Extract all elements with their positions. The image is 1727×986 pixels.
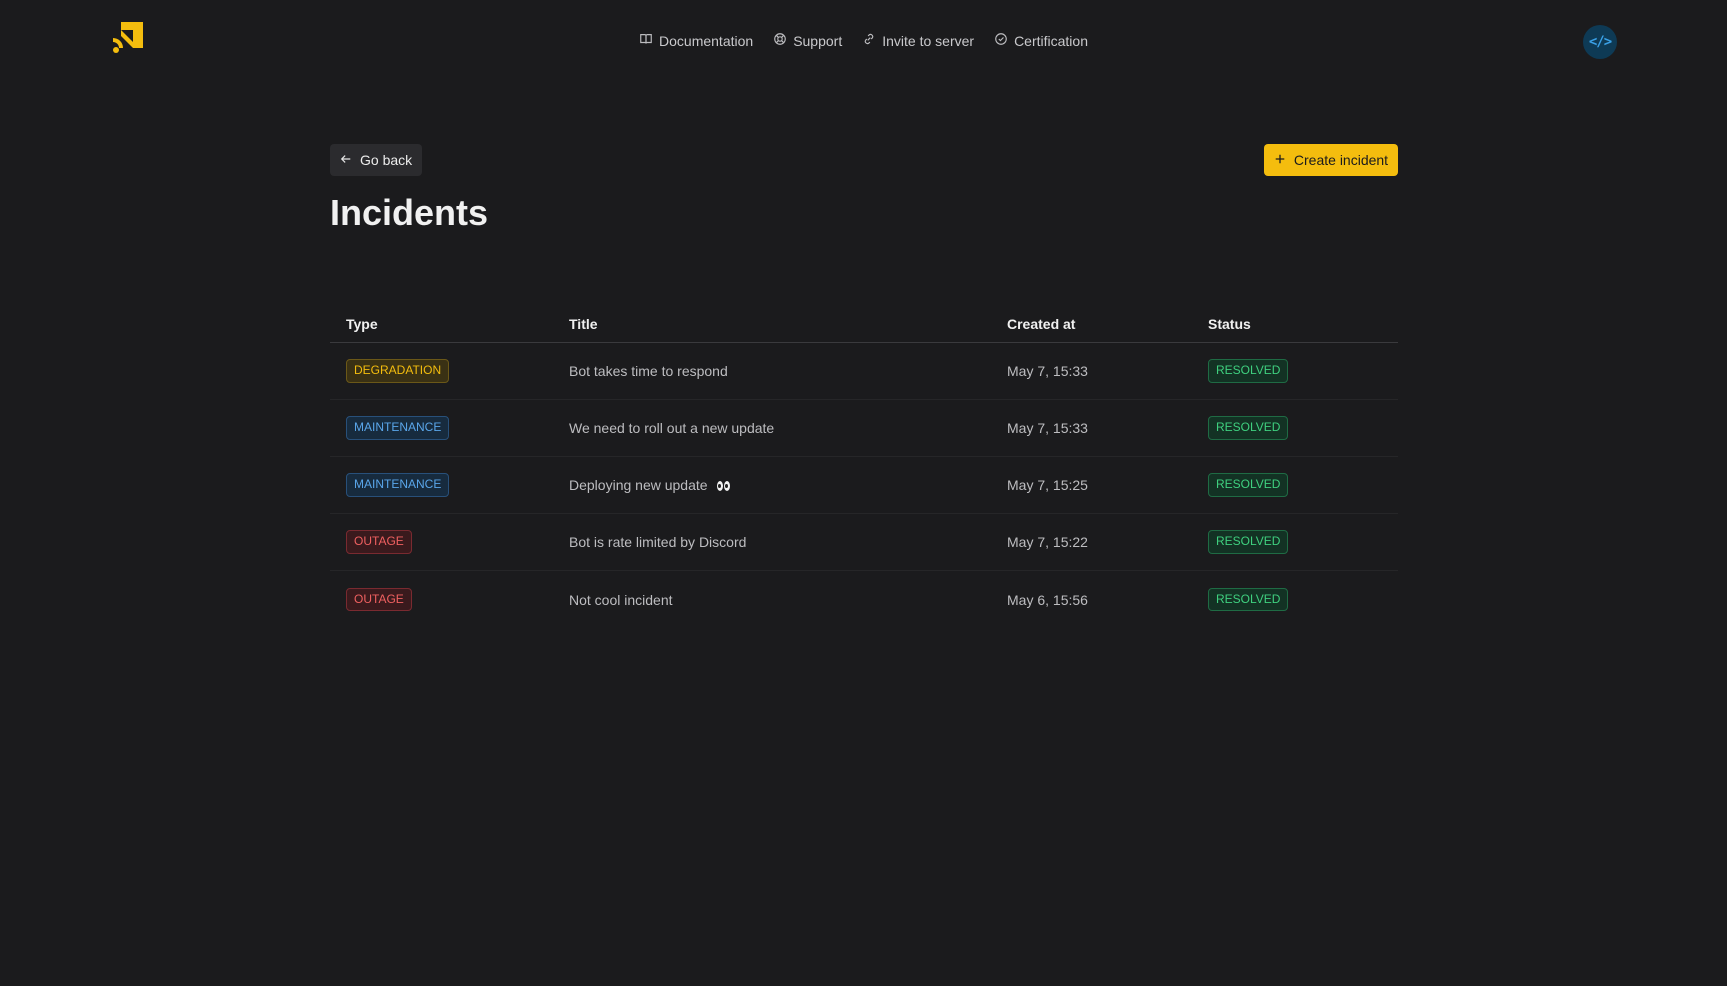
header-type: Type (346, 315, 378, 332)
type-badge: MAINTENANCE (346, 473, 450, 497)
created-at: May 6, 15:56 (1007, 591, 1088, 608)
arrow-left-icon (340, 152, 352, 168)
nav-invite[interactable]: Invite to server (862, 30, 974, 51)
table-row[interactable]: OUTAGE Not cool incident May 6, 15:56 RE… (330, 571, 1398, 628)
status-badge: RESOLVED (1208, 587, 1289, 612)
go-back-button[interactable]: Go back (330, 144, 423, 176)
type-badge: DEGRADATION (346, 359, 450, 383)
incident-title: Not cool incident (569, 591, 673, 608)
incident-title: Bot is rate limited by Discord (569, 534, 747, 550)
status-badge: RESOLVED (1208, 530, 1289, 554)
status-badge: RESOLVED (1208, 473, 1289, 497)
status-badge: RESOLVED (1208, 359, 1289, 383)
header-status: Status (1208, 315, 1251, 332)
check-circle-icon (994, 32, 1008, 49)
nav-support[interactable]: Support (773, 30, 842, 51)
created-at: May 7, 15:22 (1007, 534, 1088, 550)
eyes-emoji-icon (717, 481, 731, 492)
go-back-label: Go back (360, 152, 413, 168)
table-row[interactable]: DEGRADATION Bot takes time to respond Ma… (330, 343, 1398, 400)
created-at: May 7, 15:25 (1007, 477, 1088, 493)
nav-invite-label: Invite to server (882, 32, 975, 49)
table-header: Type Title Created at Status (330, 305, 1398, 343)
created-at: May 7, 15:33 (1007, 420, 1088, 436)
incident-title: We need to roll out a new update (569, 420, 775, 436)
main-nav: Documentation Support Invite to server C… (0, 30, 1727, 51)
incidents-table: Type Title Created at Status DEGRADATION… (330, 305, 1398, 628)
header-created: Created at (1007, 315, 1076, 332)
nav-support-label: Support (793, 32, 843, 49)
table-row[interactable]: OUTAGE Bot is rate limited by Discord Ma… (330, 514, 1398, 571)
incident-title: Bot takes time to respond (569, 363, 728, 379)
plus-icon (1274, 152, 1286, 168)
create-incident-button[interactable]: Create incident (1264, 144, 1398, 176)
nav-documentation-label: Documentation (659, 32, 754, 49)
lifebuoy-icon (773, 32, 787, 49)
avatar-code-icon: </> (1588, 34, 1612, 50)
header-title: Title (569, 315, 598, 332)
user-avatar[interactable]: </> (1583, 25, 1617, 59)
type-badge: OUTAGE (346, 530, 412, 554)
top-header: Documentation Support Invite to server C… (0, 0, 1727, 82)
type-badge: MAINTENANCE (346, 416, 450, 440)
incident-title: Deploying new update (569, 477, 708, 493)
link-icon (862, 32, 876, 49)
book-icon (639, 32, 653, 49)
created-at: May 7, 15:33 (1007, 363, 1088, 379)
nav-documentation[interactable]: Documentation (639, 30, 753, 51)
table-row[interactable]: MAINTENANCE Deploying new update May 7, … (330, 457, 1398, 514)
type-badge: OUTAGE (346, 587, 412, 612)
status-badge: RESOLVED (1208, 416, 1289, 440)
nav-certification[interactable]: Certification (994, 30, 1088, 51)
nav-certification-label: Certification (1014, 32, 1088, 49)
table-row[interactable]: MAINTENANCE We need to roll out a new up… (330, 400, 1398, 457)
page-title: Incidents (330, 192, 489, 233)
incident-title-cell: Deploying new update (569, 477, 1007, 493)
create-incident-label: Create incident (1293, 152, 1389, 168)
